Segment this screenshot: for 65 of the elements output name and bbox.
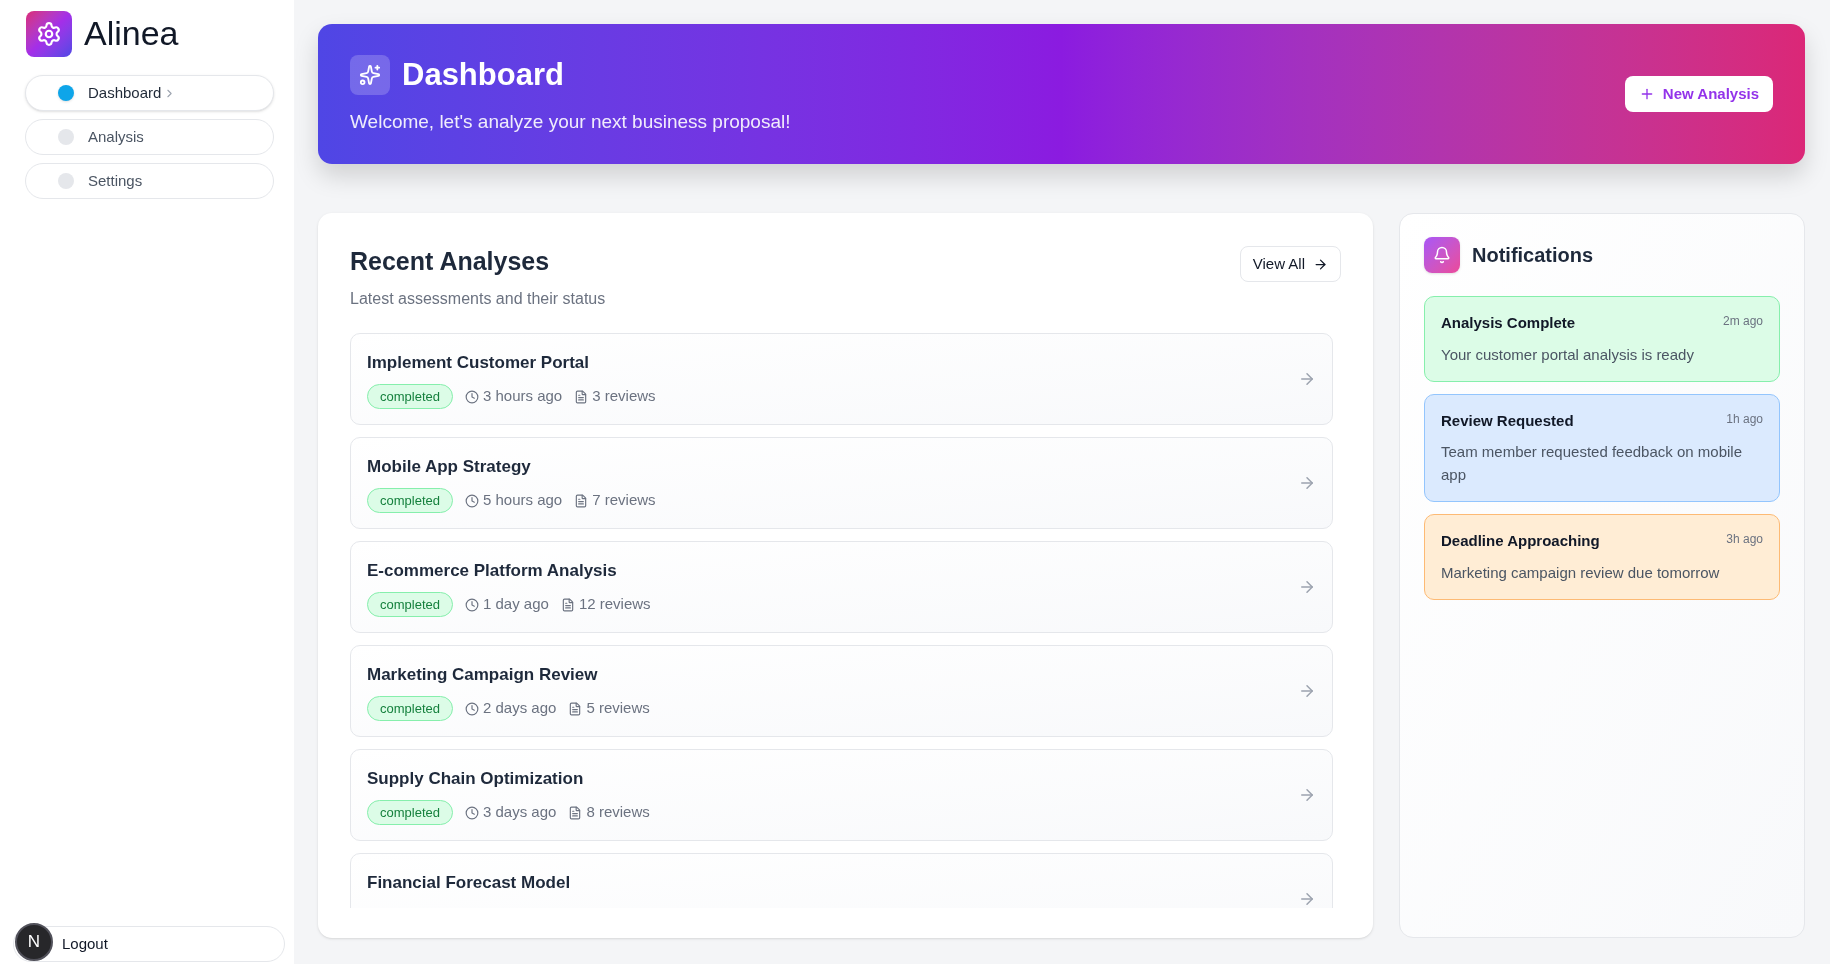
time-text: 3 days ago — [483, 802, 557, 823]
list-row-card[interactable]: Implement Customer Portal completed 3 hours ago 3 reviews — [350, 332, 1333, 425]
brand-name: Alinea — [84, 13, 179, 54]
bell-icon — [1424, 237, 1460, 273]
reviews-count: 8 reviews — [586, 802, 650, 823]
list-row-card[interactable]: Mobile App Strategy completed 5 hours ago 7 reviews — [350, 436, 1333, 529]
status-badge: completed — [367, 592, 453, 617]
reviews-count: 3 reviews — [592, 386, 656, 407]
notification-card[interactable]: Analysis Complete 2m ago Your customer portal analysis is ready — [1424, 296, 1780, 382]
list-row-card[interactable]: Supply Chain Optimization completed 3 days ago 8 reviews — [350, 748, 1333, 841]
notification-title: Review Requested — [1441, 410, 1574, 431]
status-badge: completed — [367, 800, 453, 825]
document-icon — [560, 597, 575, 612]
notification-time: 2m ago — [1722, 313, 1763, 330]
document-icon — [568, 701, 583, 716]
gear-icon — [26, 10, 72, 57]
notification-message: Team member requested feedback on mobile app — [1441, 442, 1743, 485]
analysis-title: Marketing Campaign Review — [367, 663, 599, 686]
time-text: 2 days ago — [483, 698, 557, 719]
clock-icon — [465, 805, 479, 820]
analysis-title: E-commerce Platform Analysis — [367, 559, 618, 582]
sparkle-icon — [350, 54, 390, 95]
new-analysis-button[interactable]: New Analysis — [1624, 76, 1773, 112]
notification-time: 1h ago — [1726, 410, 1763, 428]
notification-message: Marketing campaign review due tomorrow — [1441, 562, 1721, 583]
document-icon — [574, 493, 589, 508]
notification-title: Analysis Complete — [1441, 313, 1576, 333]
clock-icon — [465, 597, 479, 612]
clock-icon — [465, 493, 479, 508]
list-row-card[interactable]: Financial Forecast Model — [350, 852, 1333, 908]
clock-icon — [465, 701, 479, 716]
analysis-title: Financial Forecast Model — [367, 871, 571, 894]
analysis-title: Supply Chain Optimization — [367, 767, 585, 790]
document-icon — [568, 805, 583, 820]
arrow-icon — [1313, 256, 1328, 272]
time-text: 1 day ago — [483, 594, 549, 615]
notification-card[interactable]: Deadline Approaching 3h ago Marketing campaign review due tomorrow — [1424, 514, 1780, 600]
notifications-title: Notifications — [1472, 243, 1594, 268]
nav-item[interactable]: Dashboard — [25, 75, 274, 111]
nav-item[interactable]: Analysis — [25, 119, 274, 155]
notification-time: 3h ago — [1726, 531, 1763, 548]
analysis-title: Implement Customer Portal — [367, 351, 590, 374]
reviews-count: 5 reviews — [586, 698, 650, 719]
reviews-count: 7 reviews — [592, 490, 656, 511]
list-row-card[interactable]: E-commerce Platform Analysis completed 1 day ago 12 reviews — [350, 540, 1333, 633]
status-badge: completed — [367, 488, 453, 513]
dev-badge[interactable]: N — [15, 923, 53, 961]
nav-item[interactable]: Settings — [25, 163, 274, 199]
time-text: 5 hours ago — [483, 490, 563, 511]
list-row-card[interactable]: Marketing Campaign Review completed 2 days ago 5 reviews — [350, 644, 1333, 737]
page-title: Dashboard — [402, 55, 564, 94]
notification-card[interactable]: Review Requested 1h ago Team member requested feedback on mobile app — [1424, 393, 1780, 502]
status-badge: completed — [367, 384, 453, 409]
notification-title: Deadline Approaching — [1441, 531, 1600, 551]
section-title: Recent Analyses — [350, 246, 551, 277]
section-subtitle: Latest assessments and their status — [350, 288, 606, 309]
notification-message: Your customer portal analysis is ready — [1441, 344, 1695, 365]
analysis-title: Mobile App Strategy — [367, 455, 532, 478]
time-text: 3 hours ago — [483, 386, 563, 407]
view-all-button[interactable]: View All — [1239, 246, 1341, 282]
status-badge: completed — [367, 696, 453, 721]
clock-icon — [465, 389, 479, 404]
welcome-text: Welcome, let's analyze your next business proposal! — [350, 110, 791, 134]
reviews-count: 12 reviews — [578, 594, 651, 615]
document-icon — [574, 389, 589, 404]
